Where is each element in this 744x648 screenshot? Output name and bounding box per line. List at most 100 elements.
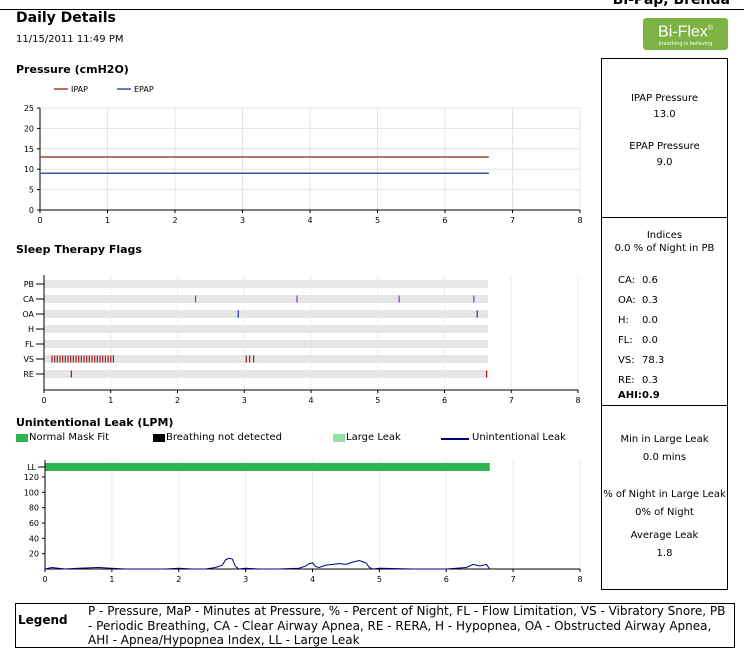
index-label-h: H: <box>618 315 629 326</box>
pressure-y-tick-label: 10 <box>24 165 34 174</box>
ipap-pressure-label: IPAP Pressure <box>630 93 699 104</box>
large-leak-label: Large Leak <box>346 432 401 443</box>
large-leak-swatch <box>333 434 345 442</box>
logo-text: Bi-Flex® <box>658 23 713 41</box>
leak-y-tick-label: 20 <box>29 550 39 559</box>
flag-row-band-fl <box>44 340 488 348</box>
normal-mask-fit-swatch <box>16 434 28 442</box>
report-datetime: 11/15/2011 11:49 PM <box>16 34 124 45</box>
leak-y-tick-label: 100 <box>24 488 39 497</box>
index-label-ca: CA: <box>618 275 636 286</box>
flag-row-label-ca: CA <box>23 295 35 304</box>
leak-x-tick-label: 5 <box>377 575 382 584</box>
bi-flex-logo: Bi-Flex® breathing is believing <box>643 18 728 50</box>
leak-x-tick-label: 6 <box>444 575 449 584</box>
index-value-fl: 0.0 <box>642 335 658 346</box>
ll-row-label: LL <box>27 463 36 472</box>
flag-row-label-pb: PB <box>24 280 34 289</box>
pct-large-leak-label: % of Night in Large Leak <box>603 489 726 500</box>
ahi-label: AHI: <box>618 390 642 401</box>
leak-section-title: Unintentional Leak (LPM) <box>16 416 174 429</box>
pressure-y-tick-label: 20 <box>24 124 34 133</box>
index-value-h: 0.0 <box>642 315 658 326</box>
indices-title: Indices <box>646 230 683 241</box>
pressure-section-title: Pressure (cmH2O) <box>16 63 129 76</box>
index-value-vs: 78.3 <box>642 355 665 366</box>
epap-legend-label: EPAP <box>134 85 154 94</box>
unintentional-leak-label: Unintentional Leak <box>472 432 566 443</box>
epap-pressure-value: 9.0 <box>656 157 673 168</box>
ipap-legend-label: IPAP <box>71 85 88 94</box>
flag-row-label-h: H <box>28 325 34 334</box>
index-label-vs: VS: <box>618 355 635 366</box>
leak-x-tick-label: 1 <box>109 575 114 584</box>
leak-x-tick-label: 8 <box>577 575 582 584</box>
indices-panel: Indices 0.0 % of Night in PB CA: 0.6 OA: 0.… <box>601 217 728 406</box>
flags-x-tick-label: 7 <box>509 396 514 405</box>
index-label-fl: FL: <box>618 335 633 346</box>
flag-row-label-re: RE <box>23 370 34 379</box>
flag-row-band-h <box>44 325 488 333</box>
flags-section-title: Sleep Therapy Flags <box>16 243 142 256</box>
normal-mask-fit-band <box>45 463 490 471</box>
flags-x-tick-label: 8 <box>575 396 580 405</box>
logo-tagline: breathing is believing <box>658 41 713 48</box>
leak-x-tick-label: 3 <box>243 575 248 584</box>
leak-y-tick-label: 80 <box>29 504 39 513</box>
unintentional-leak-chart: LL 20 40 60 80 100 120 0 1 2 3 4 5 6 7 8 <box>24 460 583 584</box>
leak-summary-panel: Min in Large Leak 0.0 mins % of Night in… <box>601 405 728 590</box>
leak-x-tick-label: 4 <box>310 575 315 584</box>
sleep-therapy-flags-chart: PB CA OA H FL VS RE 0 1 2 3 4 5 6 7 8 <box>22 275 581 405</box>
index-value-re: 0.3 <box>642 375 658 386</box>
flag-row-band-re <box>44 370 488 378</box>
pressure-x-tick-label: 7 <box>510 216 515 225</box>
page-title: Daily Details <box>16 10 116 26</box>
pressure-legend: IPAP EPAP <box>54 85 154 94</box>
index-value-oa: 0.3 <box>642 295 658 306</box>
flags-x-tick-label: 4 <box>308 396 313 405</box>
pressure-y-tick-label: 5 <box>29 186 34 195</box>
flags-x-tick-label: 2 <box>175 396 180 405</box>
normal-mask-fit-label: Normal Mask Fit <box>29 432 110 443</box>
pressure-y-tick-label: 25 <box>24 104 34 113</box>
pressure-y-tick-label: 0 <box>29 206 34 215</box>
legend-label: Legend <box>18 613 68 627</box>
legend-box: Legend P - Pressure, MaP - Minutes at Pr… <box>15 603 735 648</box>
leak-x-tick-label: 0 <box>42 575 47 584</box>
pressure-x-tick-label: 0 <box>37 216 42 225</box>
pb-percent: 0.0 % of Night in PB <box>614 243 715 254</box>
flag-row-label-fl: FL <box>25 340 35 349</box>
min-large-leak-label: Min in Large Leak <box>620 434 709 445</box>
flags-x-tick-label: 0 <box>41 396 46 405</box>
flag-row-label-vs: VS <box>23 355 34 364</box>
index-label-oa: OA: <box>618 295 636 306</box>
leak-y-tick-label: 40 <box>29 534 39 543</box>
flags-x-tick-label: 1 <box>108 396 113 405</box>
min-large-leak-value: 0.0 mins <box>642 452 687 463</box>
average-leak-label: Average Leak <box>630 530 699 541</box>
pressure-x-tick-label: 2 <box>172 216 177 225</box>
patient-name: Bi-Pap, Brenda <box>612 0 730 8</box>
pressure-chart: IPAP EPAP 0 5 10 15 20 25 0 1 2 3 4 5 6 7 8 <box>24 85 583 225</box>
pct-large-leak-value: 0% of Night <box>635 507 694 518</box>
ahi-value: 0.9 <box>642 390 660 401</box>
unintentional-leak-swatch <box>441 438 469 440</box>
flags-x-tick-label: 3 <box>242 396 247 405</box>
pressure-y-tick-label: 15 <box>24 145 34 154</box>
flags-x-tick-label: 6 <box>442 396 447 405</box>
flag-row-band-ca <box>44 295 488 303</box>
average-leak-value: 1.8 <box>656 548 673 559</box>
epap-pressure-label: EPAP Pressure <box>629 141 700 152</box>
leak-x-tick-label: 2 <box>176 575 181 584</box>
index-label-re: RE: <box>618 375 635 386</box>
ipap-pressure-value: 13.0 <box>653 109 676 120</box>
leak-y-tick-label: 60 <box>29 519 39 528</box>
breathing-not-detected-swatch <box>153 434 165 442</box>
flag-row-band-oa <box>44 310 488 318</box>
pressure-x-tick-label: 8 <box>577 216 582 225</box>
leak-x-tick-label: 7 <box>511 575 516 584</box>
breathing-not-detected-label: Breathing not detected <box>166 432 282 443</box>
pressure-x-tick-label: 1 <box>105 216 110 225</box>
pressure-x-tick-label: 6 <box>442 216 447 225</box>
leak-y-tick-label: 120 <box>24 473 39 482</box>
